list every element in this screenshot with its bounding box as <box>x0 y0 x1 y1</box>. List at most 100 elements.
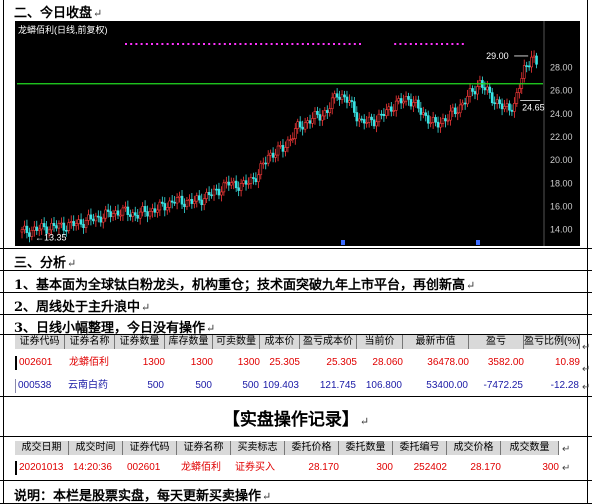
candle-body <box>434 117 437 123</box>
candle-body <box>274 154 277 158</box>
candle-body <box>173 201 176 204</box>
candle-body <box>515 92 519 104</box>
signal-dot <box>446 43 449 45</box>
candle-body <box>508 103 511 111</box>
candle-body <box>195 195 199 202</box>
bottom-marker <box>476 240 480 245</box>
candle-body <box>106 209 110 212</box>
holdings-cell-8: 36478.00 <box>427 357 469 368</box>
candle-body <box>385 109 388 117</box>
section2-title: 二、今日收盘↵ <box>14 6 103 21</box>
candle-body <box>234 180 238 189</box>
candle-body <box>129 214 132 217</box>
record-title: 【实盘操作记录】↵ <box>222 410 370 430</box>
signal-dot <box>322 43 325 45</box>
candle-body <box>141 206 144 213</box>
trades-row-1: 20201013 14:20:36 002601 龙蟒佰利 证券买入 28.170 300 2… <box>15 461 561 475</box>
high-annotation: 29.00 <box>486 51 509 61</box>
signal-dot <box>161 43 164 45</box>
holdings-header-cell-7: 当前价 <box>357 335 403 349</box>
signal-dot <box>456 43 459 45</box>
candle-body <box>94 215 98 222</box>
trades-header-cell-2: 证券代码 <box>123 441 177 455</box>
signal-dot <box>441 43 443 45</box>
candle-body <box>121 207 125 216</box>
candle-body <box>55 225 58 229</box>
candle-body <box>101 217 105 223</box>
candle-body <box>65 229 68 232</box>
candle-body <box>468 88 472 97</box>
candle-body <box>138 211 142 219</box>
candle-body <box>50 223 53 231</box>
candle-body <box>111 213 115 218</box>
holdings-cell-7: 28.060 <box>372 357 403 368</box>
candle-body <box>375 121 378 127</box>
holdings-cell-2: 500 <box>147 380 164 391</box>
candle-body <box>522 65 526 79</box>
candle-body <box>168 200 172 208</box>
signal-dot <box>177 43 179 45</box>
candle-body <box>232 180 236 184</box>
candle-body <box>264 162 268 165</box>
signal-dot <box>281 43 283 45</box>
candle-body <box>407 96 410 100</box>
candle-body <box>453 107 457 115</box>
y-tick-label: 18.00 <box>550 178 573 188</box>
candle-body <box>471 88 474 92</box>
analysis-line-2: 2、周线处于主升浪中↵ <box>14 300 151 315</box>
candle-body <box>362 119 366 124</box>
signal-dot <box>451 43 454 45</box>
candle-body <box>185 200 189 208</box>
candle-body <box>444 118 447 122</box>
signal-dot <box>286 43 289 45</box>
candle-body <box>389 106 393 112</box>
signal-dot <box>265 43 268 45</box>
candle-body <box>330 97 334 109</box>
candle-body <box>74 223 78 227</box>
candle-body <box>399 98 403 104</box>
candle-body <box>397 98 400 102</box>
signal-dot <box>249 43 252 45</box>
signal-dot <box>218 43 221 45</box>
signal-dot <box>244 43 247 45</box>
holdings-header-cell-4: 可卖数量 <box>213 335 260 349</box>
signal-dot <box>317 43 320 45</box>
signal-dot <box>327 43 330 45</box>
candle-body <box>392 110 396 112</box>
candle-body <box>269 152 272 156</box>
candle-body <box>466 95 469 105</box>
last-annotation: 24.65 <box>522 102 545 112</box>
candle-body <box>158 201 162 211</box>
candle-body <box>261 162 265 165</box>
candle-body <box>498 99 501 105</box>
candle-body <box>249 177 253 184</box>
candle-body <box>252 177 255 179</box>
candle-body <box>67 222 71 231</box>
candle-body <box>535 55 538 65</box>
candle-body <box>40 223 43 230</box>
signal-dot <box>415 43 417 45</box>
holdings-cell-2: 1300 <box>142 357 165 368</box>
holdings-cell-3: 500 <box>195 380 212 391</box>
holdings-cell-6: 25.305 <box>326 357 357 368</box>
y-tick-label: 28.00 <box>550 63 573 73</box>
candle-body <box>306 120 309 124</box>
candle-body <box>114 210 117 215</box>
candle-body <box>439 123 442 128</box>
candle-body <box>343 94 346 98</box>
signal-dot <box>394 43 397 45</box>
candle-body <box>190 199 194 204</box>
trades-header-cell-7: 委托编号 <box>393 441 447 455</box>
holdings-header-cell-1: 证券名称 <box>65 335 115 349</box>
candle-body <box>72 221 76 227</box>
candle-body <box>345 96 349 103</box>
candle-body <box>417 99 420 109</box>
holdings-cell-10: 10.89 <box>554 357 580 368</box>
signal-dot <box>359 43 361 45</box>
candle-body <box>510 109 514 112</box>
candle-body <box>175 197 179 204</box>
candle-body <box>298 121 302 128</box>
bottom-marker <box>341 240 345 245</box>
candle-body <box>456 112 460 115</box>
candle-body <box>279 145 282 147</box>
